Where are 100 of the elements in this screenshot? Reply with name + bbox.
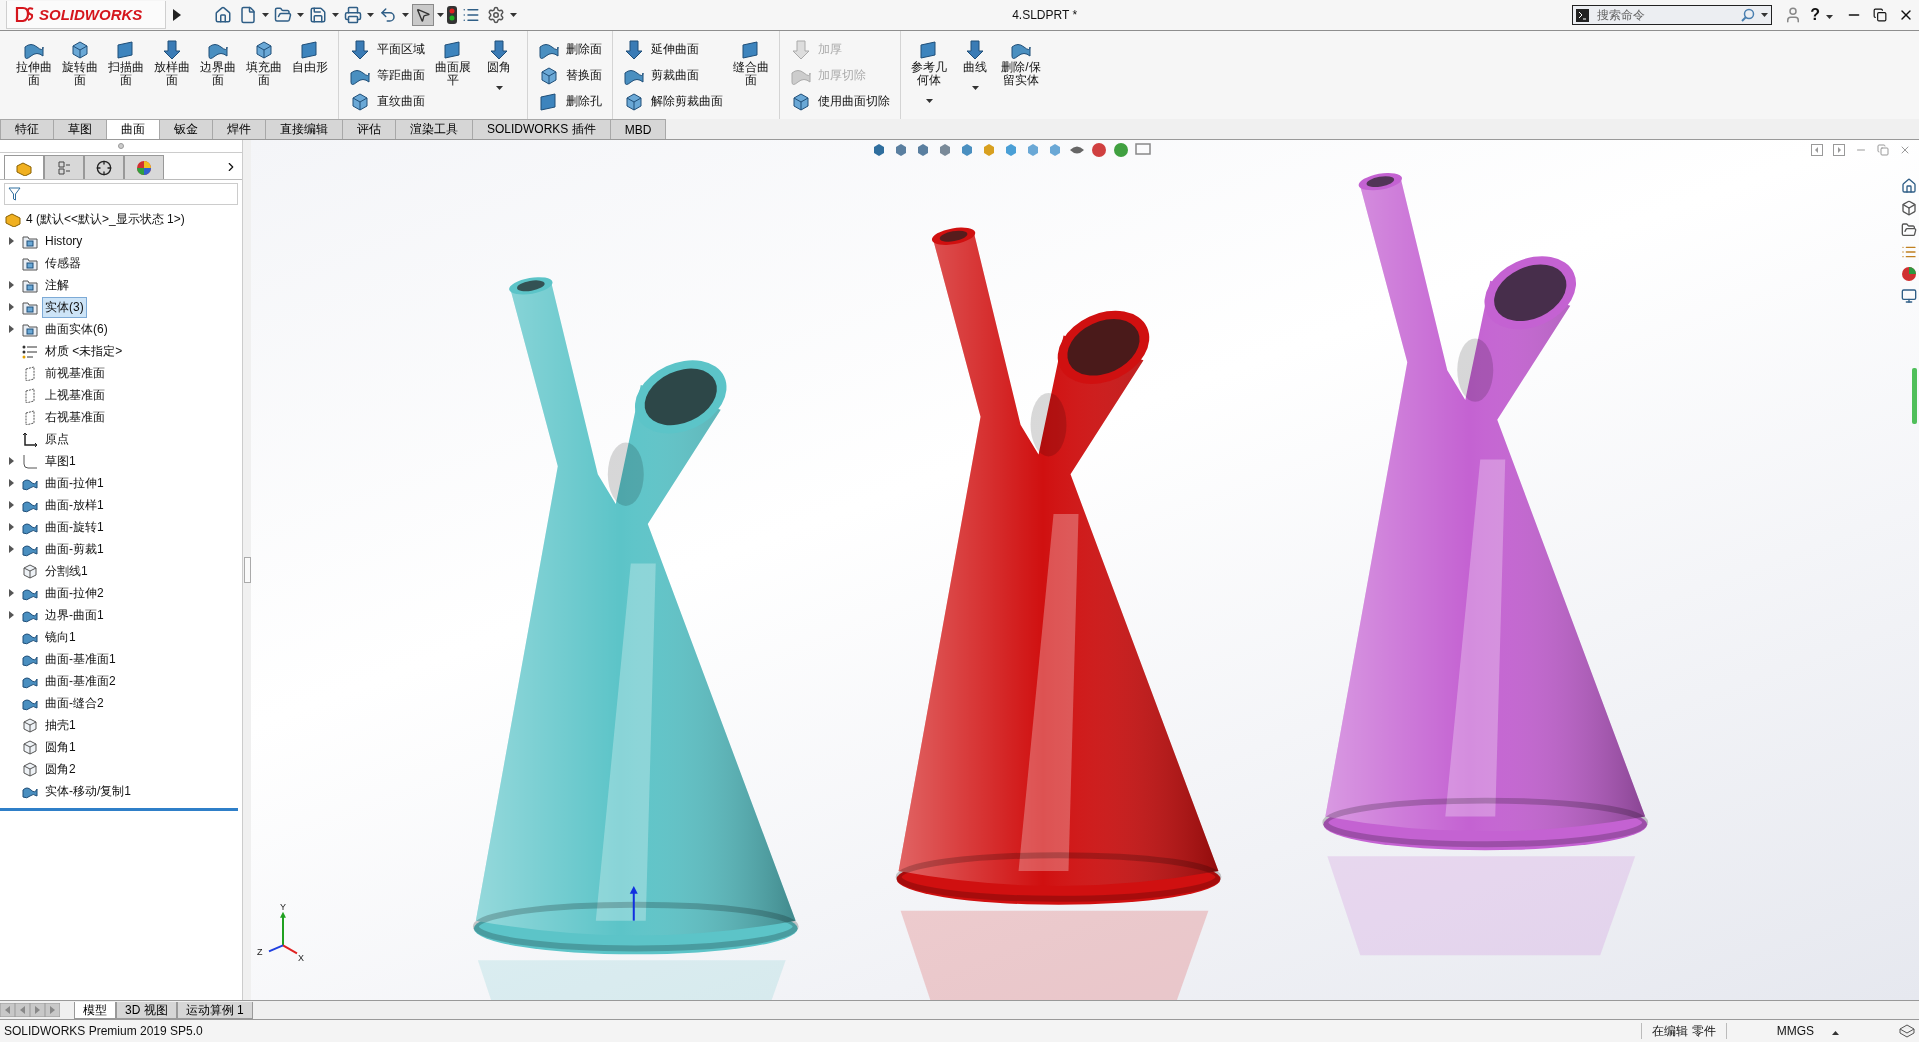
ribbon-tab[interactable]: 渲染工具 [395,119,473,139]
ribbon-tab[interactable]: SOLIDWORKS 插件 [472,119,611,139]
search-icon[interactable] [1741,8,1756,22]
save-icon[interactable] [309,6,327,24]
tree-item[interactable]: 材质 <未指定> [42,340,126,362]
tree-item[interactable]: 抽壳1 [42,714,79,736]
expand-arrow-icon[interactable] [8,523,14,531]
tree-root[interactable]: 4 (默认<<默认>_显示状态 1>) [26,210,185,228]
ribbon-button[interactable]: 直纹曲面 [345,89,429,114]
tree-item[interactable]: 边界-曲面1 [42,604,107,626]
filter-field[interactable] [4,183,238,205]
open-folder-icon[interactable] [274,6,292,24]
caret-icon[interactable] [402,13,409,17]
tree-item[interactable]: 圆角2 [42,758,79,780]
caret-icon[interactable] [332,13,339,17]
tree-item[interactable]: 镜向1 [42,626,79,648]
ribbon-button[interactable]: 替换面 [534,63,606,88]
home-icon[interactable] [1901,178,1917,194]
tree-item[interactable]: 曲面-拉伸1 [42,472,107,494]
ribbon-button[interactable]: 扫描曲面 [104,37,148,89]
search-bar[interactable]: 搜索命令 [1572,5,1773,25]
tree-item[interactable]: 实体-移动/复制1 [42,780,134,802]
restore-icon[interactable] [1873,8,1887,22]
model-tab[interactable]: 运动算例 1 [176,1001,253,1019]
ribbon-tab[interactable]: 钣金 [159,119,213,139]
ribbon-button[interactable]: 剪裁曲面 [619,63,727,88]
home-icon[interactable] [214,6,232,24]
settings-icon[interactable] [487,6,505,24]
tree-item[interactable]: 曲面-旋转1 [42,516,107,538]
tree-item[interactable]: 右视基准面 [42,406,108,428]
ribbon-button[interactable]: 自由形 [288,37,332,76]
tree-item[interactable]: 注解 [42,274,72,296]
tree-item[interactable]: 曲面实体(6) [42,318,111,340]
tree-item[interactable]: 草图1 [42,450,79,472]
tree-item[interactable]: 前视基准面 [42,362,108,384]
ribbon-button[interactable]: 平面区域 [345,37,429,62]
ribbon-button[interactable]: 边界曲面 [196,37,240,89]
tree-item[interactable]: 传感器 [42,252,84,274]
tree-item[interactable]: 曲面-基准面2 [42,670,119,692]
help-button[interactable]: ? [1810,6,1820,24]
configuration-manager-tab[interactable] [84,155,124,179]
caret-up-icon[interactable] [1832,1031,1839,1035]
expand-arrow-icon[interactable] [8,325,14,333]
ribbon-tab[interactable]: 直接编辑 [265,119,343,139]
folder-icon[interactable] [1901,222,1917,238]
ribbon-button[interactable]: 填充曲面 [242,37,286,89]
caret-icon[interactable] [510,13,517,17]
ribbon-button[interactable]: 曲线 [953,37,997,95]
tree-item[interactable]: History [42,232,86,250]
caret-icon[interactable] [1761,13,1769,17]
ribbon-tab[interactable]: 焊件 [212,119,266,139]
rebuild-icon[interactable] [1899,1024,1915,1038]
tree-item[interactable]: 曲面-基准面1 [42,648,119,670]
tree-item[interactable]: 曲面-拉伸2 [42,582,107,604]
tree-item[interactable]: 上视基准面 [42,384,108,406]
caret-icon[interactable] [925,99,933,103]
expand-menu-icon[interactable] [172,8,182,22]
feature-manager-tab[interactable] [4,155,44,179]
property-list-icon[interactable] [56,159,72,176]
expand-arrow-icon[interactable] [8,237,14,245]
tree-item[interactable]: 分割线1 [42,560,91,582]
ribbon-button[interactable]: 曲面展平 [431,37,475,89]
tree-item[interactable]: 曲面-缝合2 [42,692,107,714]
ribbon-button[interactable]: 删除面 [534,37,606,62]
ribbon-tab[interactable]: MBD [609,119,667,139]
traffic-light-icon[interactable] [447,6,457,24]
filter-icon[interactable] [8,187,21,201]
appearance-manager-tab[interactable] [124,155,164,179]
ribbon-button[interactable]: 放样曲面 [150,37,194,89]
caret-icon[interactable] [1826,15,1833,19]
caret-icon[interactable] [297,13,304,17]
expand-arrow-icon[interactable] [8,611,14,619]
ribbon-button[interactable]: 参考几何体 [907,37,951,108]
ribbon-button[interactable]: 删除/保留实体 [999,37,1043,89]
new-file-icon[interactable] [239,6,257,24]
caret-icon[interactable] [262,13,269,17]
expand-arrow-icon[interactable] [8,589,14,597]
ribbon-button[interactable]: 等距曲面 [345,63,429,88]
ribbon-tab[interactable]: 评估 [342,119,396,139]
ribbon-tab[interactable]: 草图 [53,119,107,139]
caret-icon[interactable] [495,86,503,90]
tile-left-icon[interactable] [1811,144,1823,156]
ribbon-button[interactable]: 圆角 [477,37,521,95]
caret-icon[interactable] [437,13,444,17]
search-field[interactable]: 搜索命令 [1595,7,1736,23]
model-tab[interactable]: 模型 [74,1001,116,1019]
caret-icon[interactable] [367,13,374,17]
ribbon-button[interactable]: 使用曲面切除 [786,89,894,114]
ribbon-button[interactable]: 拉伸曲面 [12,37,56,89]
expand-arrow-icon[interactable] [8,545,14,553]
ribbon-button[interactable]: 解除剪裁曲面 [619,89,727,114]
expand-arrow-icon[interactable] [8,281,14,289]
ribbon-button[interactable]: 延伸曲面 [619,37,727,62]
list-icon[interactable] [462,6,480,24]
splitter-handle[interactable] [243,557,251,583]
monitor-icon[interactable] [1901,288,1917,304]
ribbon-button[interactable]: 缝合曲面 [729,37,773,89]
expand-arrow-icon[interactable] [8,457,14,465]
ribbon-button[interactable]: 删除孔 [534,89,606,114]
tile-right-icon[interactable] [1833,144,1845,156]
